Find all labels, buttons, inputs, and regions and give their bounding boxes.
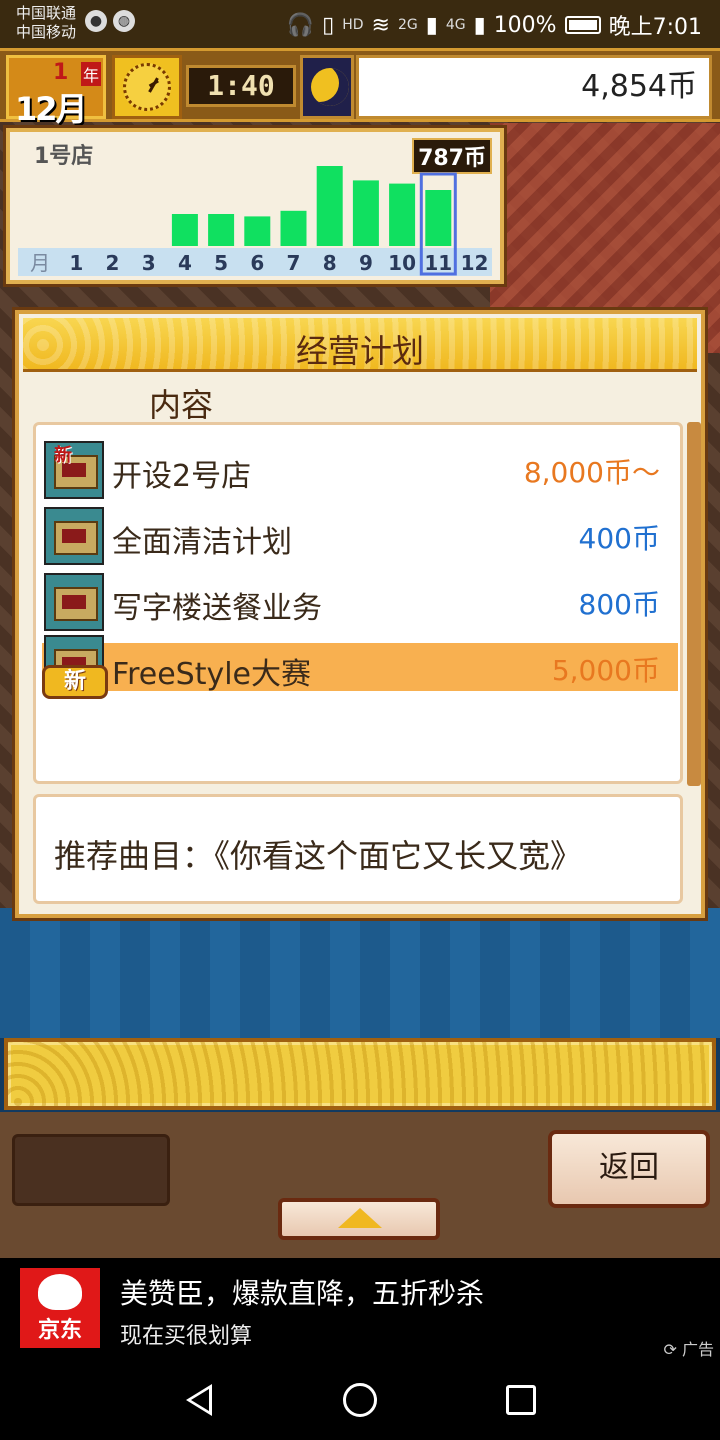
- plan-item-label: 全面清洁计划: [112, 525, 292, 560]
- ad-subtitle: 现在买很划算: [120, 1324, 253, 1349]
- sales-chart-panel[interactable]: 1号店 787币 月 1 2 3 4 5 6 7 8 9 10 11 12: [6, 128, 504, 284]
- date-display: 1 年 12月: [6, 55, 106, 128]
- carrier-1: 中国联通: [16, 4, 77, 22]
- chart-tick-11: 11: [424, 251, 452, 275]
- recommended-song: 推荐曲目：《你看这个面它又长又宽》: [54, 837, 583, 875]
- ad-tag: ⟳ 广告: [663, 1336, 714, 1360]
- night-indicator: [300, 55, 354, 119]
- net-4g: 4G: [445, 17, 466, 33]
- nav-home-icon[interactable]: [343, 1383, 377, 1417]
- river: [0, 908, 720, 1038]
- chart-tick-2: 2: [106, 251, 120, 275]
- ad-title: 美赞臣，爆款直降，五折秒杀: [120, 1277, 485, 1310]
- plan-item-cleaning[interactable]: 全面清洁计划 400币: [42, 505, 678, 567]
- chart-bar-7: [280, 210, 307, 246]
- upgrade-building-icon: [44, 507, 104, 565]
- clock-time: 晚上7:01: [608, 15, 702, 40]
- plan-item-freestyle[interactable]: 新 FreeStyle大赛 5,000币: [42, 635, 678, 699]
- sales-chart: 月 1 2 3 4 5 6 7 8 9 10 11 12: [18, 166, 492, 276]
- headphone-icon: 🎧: [286, 12, 315, 38]
- chart-tick-9: 9: [359, 251, 373, 275]
- chart-tick-4: 4: [178, 251, 192, 275]
- year-value: 1: [53, 60, 69, 85]
- chart-bar-4: [171, 214, 198, 246]
- carrier-2: 中国移动: [16, 23, 77, 41]
- system-status: 🎧 ▯ HD ≋ 2G ▮ 4G ▮ 100% 晚上7:01: [287, 9, 702, 41]
- chart-tick-8: 8: [323, 251, 337, 275]
- dialog-title: 经营计划: [295, 332, 424, 370]
- chart-x-axis-label: 月: [30, 251, 50, 275]
- dialog-header: 经营计划: [23, 318, 697, 372]
- plan-item-label: 开设2号店: [112, 459, 252, 494]
- hd-label: HD: [342, 17, 364, 33]
- jd-logo: 京东: [20, 1268, 100, 1348]
- wechat-icon: ◍: [113, 10, 135, 32]
- expand-menu-button[interactable]: [278, 1198, 440, 1240]
- chart-tick-7: 7: [287, 251, 301, 275]
- jd-dog-icon: [38, 1274, 82, 1310]
- plan-item-delivery[interactable]: 写字楼送餐业务 800币: [42, 571, 678, 633]
- shop-building-icon: [44, 441, 104, 499]
- chart-bar-6: [244, 216, 271, 246]
- battery-icon: [564, 16, 601, 34]
- vibrate-icon: ▯: [322, 12, 335, 38]
- month-value: 12月: [15, 90, 88, 128]
- ad-tag-label: 广告: [681, 1340, 714, 1359]
- chart-tick-1: 1: [69, 251, 83, 275]
- carrier-info: 中国联通 中国移动: [16, 4, 76, 42]
- navigation-bar: [0, 1360, 720, 1440]
- chart-tick-5: 5: [214, 251, 228, 275]
- top-hud: 1 年 12月 1:40 4,854币: [0, 48, 720, 128]
- chart-bar-10: [389, 183, 416, 246]
- notification-icons: ● ◍: [85, 10, 135, 32]
- back-button[interactable]: 返回: [548, 1130, 710, 1208]
- app-notification-icon: ●: [85, 10, 107, 32]
- battery-percent: 100%: [493, 12, 557, 38]
- message-bar: [4, 1038, 716, 1110]
- nav-recents-icon[interactable]: [506, 1385, 536, 1415]
- ad-banner[interactable]: 京东 美赞臣，爆款直降，五折秒杀 现在买很划算 ⟳ 广告: [0, 1258, 720, 1360]
- chart-tick-3: 3: [142, 251, 156, 275]
- up-arrow-icon: [338, 1208, 382, 1228]
- game-screen: 中国联通 中国移动 ● ◍ 🎧 ▯ HD ≋ 2G ▮ 4G ▮ 100% 晚上…: [0, 0, 720, 1440]
- new-tag: 新: [54, 445, 72, 466]
- money-display: 4,854币: [356, 55, 712, 119]
- wifi-icon: ≋: [371, 12, 390, 38]
- plan-item-price: 8,000币～: [523, 456, 660, 489]
- signal-icon-2: ▮: [473, 12, 486, 38]
- plan-item-price: 400币: [578, 522, 660, 555]
- chart-bar-8: [316, 166, 343, 246]
- chart-tick-12: 12: [461, 251, 489, 275]
- plan-list: 新 开设2号店 8,000币～ 全面清洁计划 400币 写字楼送餐业务 800币…: [33, 422, 683, 784]
- recommended-song-box: 推荐曲目：《你看这个面它又长又宽》: [33, 794, 683, 904]
- ad-info-icon: ⟳: [663, 1340, 677, 1359]
- net-2g: 2G: [397, 17, 418, 33]
- business-plan-dialog: 经营计划 内容 新 开设2号店 8,000币～ 全面清洁计划 400币 写字楼送…: [15, 310, 705, 918]
- chart-tick-6: 6: [250, 251, 264, 275]
- clock-face: [123, 63, 171, 111]
- plan-item-price: 5,000币: [551, 654, 660, 687]
- chart-bar-11: [425, 190, 452, 246]
- year-unit: 年: [81, 62, 102, 86]
- upgrade-building-icon: [44, 573, 104, 631]
- chart-tick-10: 10: [388, 251, 416, 275]
- new-badge: 新: [42, 665, 108, 699]
- ad-brand: 京东: [37, 1318, 82, 1343]
- chart-bar-9: [352, 180, 379, 246]
- plan-item-price: 800币: [578, 588, 660, 621]
- signal-icon: ▮: [425, 12, 438, 38]
- chart-bar-5: [208, 214, 235, 246]
- plan-item-label: FreeStyle大赛: [112, 657, 312, 692]
- status-bar: 中国联通 中国移动 ● ◍ 🎧 ▯ HD ≋ 2G ▮ 4G ▮ 100% 晚上…: [0, 0, 720, 48]
- plan-item-shop2[interactable]: 新 开设2号店 8,000币～: [42, 439, 678, 501]
- game-time: 1:40: [186, 65, 296, 107]
- bottom-controls: 返回: [0, 1112, 720, 1258]
- empty-slot: [12, 1134, 170, 1206]
- plan-item-label: 写字楼送餐业务: [112, 591, 322, 626]
- clock-icon: [112, 55, 182, 119]
- content-heading: 内容: [149, 386, 214, 424]
- nav-back-inner: [191, 1389, 209, 1411]
- list-scrollbar[interactable]: [687, 422, 701, 786]
- moon-icon: [311, 68, 349, 106]
